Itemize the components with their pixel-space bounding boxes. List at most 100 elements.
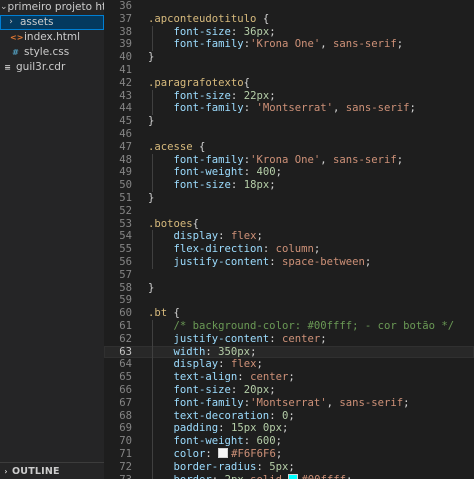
code-line[interactable]: 38 font-size: 36px; [104, 26, 474, 39]
number-token: 5px [269, 460, 289, 473]
file-guil3r-cdr-label: guil3r.cdr [16, 61, 66, 73]
code-line[interactable]: 62 justify-content: center; [104, 333, 474, 346]
code-line[interactable]: 53 .botoes{ [104, 218, 474, 231]
code-line[interactable]: 54 display: flex; [104, 230, 474, 243]
punctuation-token: ; [403, 396, 410, 409]
code-line[interactable]: 48 font-family:'Krona One', sans-serif; [104, 154, 474, 167]
punctuation-token: { [256, 12, 270, 25]
code-line[interactable]: 63 width: 350px; [104, 345, 474, 359]
color-swatch[interactable] [288, 473, 299, 479]
line-code: font-weight: 400; [148, 166, 282, 179]
line-code: font-family:'Montserrat', sans-serif; [148, 397, 410, 410]
string-token: 'Krona One' [250, 153, 321, 166]
file-guil3r-cdr[interactable]: ≡ guil3r.cdr [0, 60, 104, 75]
code-line[interactable]: 72 border-radius: 5px; [104, 461, 474, 474]
code-line[interactable]: 58} [104, 282, 474, 295]
code-line[interactable]: 47 .acesse { [104, 141, 474, 154]
property-token: font-size [173, 179, 231, 192]
line-code: font-family:'Krona One', sans-serif; [148, 153, 404, 167]
punctuation-token: : [218, 358, 231, 371]
code-line[interactable]: 41 [104, 64, 474, 77]
file-icon: ≡ [4, 63, 11, 72]
project-folder[interactable]: ⌄ primeiro projeto html [0, 0, 104, 15]
color-swatch[interactable] [218, 448, 229, 458]
code-line[interactable]: 70 font-weight: 600; [104, 435, 474, 448]
code-line[interactable]: 45} [104, 115, 474, 128]
code-line[interactable]: 37 .apconteudotitulo { [104, 13, 474, 26]
punctuation-token: : [262, 243, 276, 256]
code-line[interactable]: 57 [104, 269, 474, 282]
code-line[interactable]: 67 font-family:'Montserrat', sans-serif; [104, 397, 474, 410]
code-line[interactable]: 59 [104, 294, 474, 307]
line-number: 39 [119, 38, 132, 51]
punctuation-token: ; [288, 371, 295, 384]
code-line[interactable]: 68 text-decoration: 0; [104, 410, 474, 423]
code-line[interactable]: 44 font-family: 'Montserrat', sans-serif… [104, 102, 474, 115]
indent-guide [152, 25, 153, 52]
punctuation-token: : [269, 409, 282, 422]
code-line[interactable]: 73 border: 2px solid #00ffff; [104, 473, 474, 479]
number-token: 0px [262, 422, 282, 435]
code-line[interactable]: 52 [104, 205, 474, 218]
project-folder-label: primeiro projeto html [7, 1, 104, 13]
property-token: justify-content [173, 332, 270, 345]
line-number: 72 [119, 460, 132, 473]
code-line[interactable]: 36 [104, 0, 474, 13]
code-line[interactable]: 69 padding: 15px 0px; [104, 422, 474, 435]
code-line[interactable]: 71 color: #F6F6F6; [104, 448, 474, 461]
number-token: 2px [225, 474, 244, 479]
property-token: color [173, 448, 206, 460]
punctuation-token: : [243, 166, 257, 179]
line-code: padding: 15px 0px; [148, 422, 289, 435]
code-line[interactable]: 39 font-family:'Krona One', sans-serif; [104, 38, 474, 51]
code-line[interactable]: 50 font-size: 18px; [104, 179, 474, 192]
code-line[interactable]: 49 font-weight: 400; [104, 166, 474, 179]
code-line[interactable]: 40} [104, 51, 474, 64]
value-token: #00ffff [301, 474, 346, 479]
code-line[interactable]: 60 .bt { [104, 307, 474, 320]
value-token: sans-serif [345, 102, 410, 115]
punctuation-token: { [192, 217, 200, 230]
line-code: } [148, 51, 154, 64]
folder-assets[interactable]: › assets [0, 15, 104, 30]
punctuation-token: ; [275, 435, 282, 448]
code-line[interactable]: 51} [104, 192, 474, 205]
code-line[interactable]: 42 .paragrafotexto{ [104, 77, 474, 90]
line-number: 36 [119, 0, 132, 12]
property-token: display [173, 230, 219, 243]
punctuation-token: ; [269, 25, 276, 38]
outline-label: OUTLINE [12, 466, 60, 477]
line-number: 44 [119, 102, 132, 115]
line-code: width: 350px; [148, 345, 257, 359]
file-index-html-label: index.html [24, 31, 80, 43]
code-line[interactable]: 55 flex-direction: column; [104, 243, 474, 256]
code-line[interactable]: 64 display: flex; [104, 358, 474, 371]
value-token: center [281, 332, 321, 345]
line-code: } [148, 115, 154, 128]
punctuation-token: : [243, 102, 257, 115]
punctuation-token: ; [313, 243, 321, 256]
punctuation-token: } [148, 51, 155, 64]
file-style-css[interactable]: # style.css [0, 45, 104, 60]
code-editor[interactable]: 36 37 .apconteudotitulo {38 font-size: 36p… [104, 0, 474, 479]
line-number: 47 [119, 140, 132, 153]
line-code: font-size: 22px; [148, 90, 276, 103]
number-token: 20px [243, 384, 270, 396]
selector-token: .acesse [148, 140, 193, 153]
code-line[interactable]: 43 font-size: 22px; [104, 90, 474, 103]
code-line[interactable]: 46 [104, 128, 474, 141]
line-code: justify-content: center; [148, 333, 327, 346]
file-index-html[interactable]: <> index.html [0, 30, 104, 45]
line-code: } [148, 192, 154, 205]
code-line[interactable]: 61 /* background-color: #00ffff; - cor b… [104, 320, 474, 333]
value-token: column [275, 243, 314, 256]
chevron-down-icon: ⌄ [0, 2, 8, 12]
code-line[interactable]: 65 text-align: center; [104, 371, 474, 384]
value-token: sans-serif [333, 38, 397, 51]
outline-section-header[interactable]: › OUTLINE [0, 462, 104, 479]
line-code: .apconteudotitulo { [148, 13, 269, 26]
code-line[interactable]: 66 font-size: 20px; [104, 384, 474, 397]
punctuation-token: : [205, 345, 219, 358]
code-line[interactable]: 56 justify-content: space-between; [104, 256, 474, 269]
line-number: 41 [119, 64, 132, 76]
